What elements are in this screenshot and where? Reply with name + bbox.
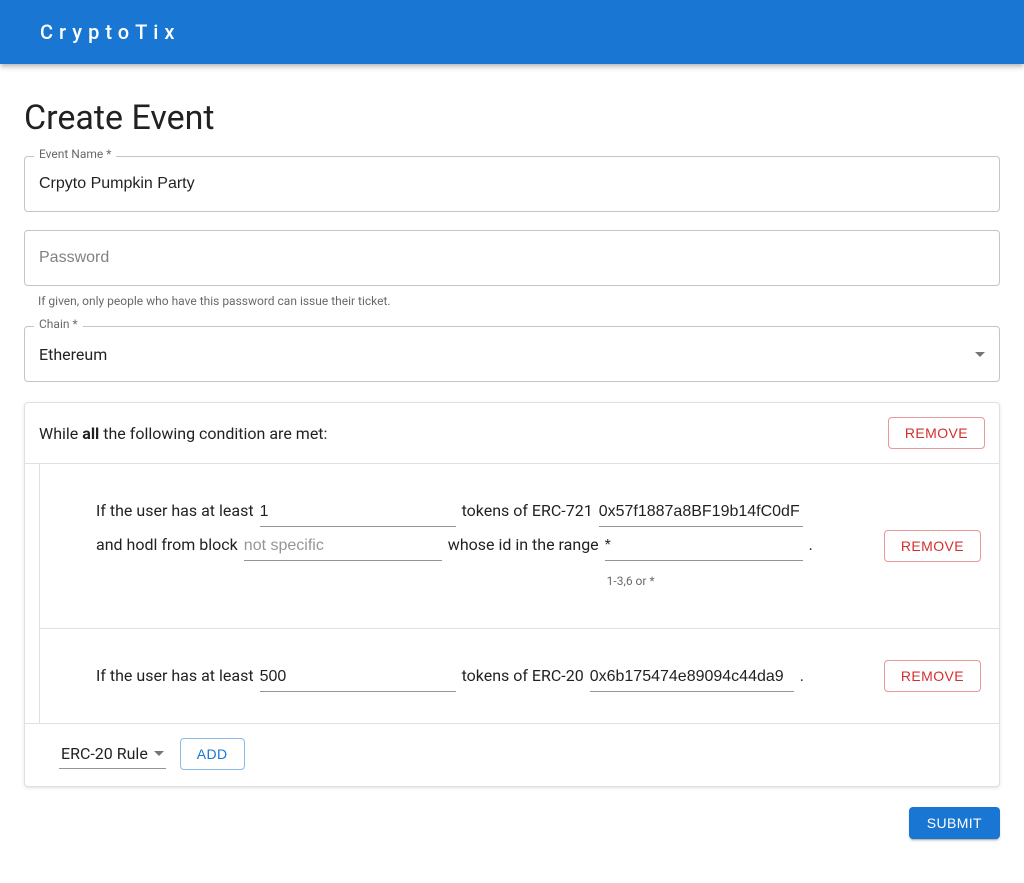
remove-rule0-button[interactable]: REMOVE	[884, 530, 981, 562]
submit-button[interactable]: SUBMIT	[909, 807, 1000, 839]
rule1-prefix: If the user has at least	[96, 659, 254, 693]
event-name-input[interactable]	[24, 156, 1000, 212]
rules-nested: If the user has at least tokens of ERC-7…	[39, 464, 999, 723]
add-rule-button[interactable]: ADD	[180, 738, 245, 770]
condition-prefix: While	[39, 424, 82, 443]
rules-header: While all the following condition are me…	[25, 403, 999, 464]
rule-erc721: If the user has at least tokens of ERC-7…	[40, 464, 999, 628]
chevron-down-icon	[154, 751, 164, 756]
rule1-address-input[interactable]	[590, 664, 794, 692]
rule0-block-input[interactable]	[244, 533, 442, 561]
page-title: Create Event	[24, 98, 1000, 138]
rule0-address-input[interactable]	[599, 499, 803, 527]
password-helper: If given, only people who have this pass…	[38, 294, 1000, 308]
condition-suffix: the following condition are met:	[99, 424, 327, 443]
app-bar: CryptoTix	[0, 0, 1024, 64]
rule0-prefix: If the user has at least	[96, 494, 254, 528]
condition-text: While all the following condition are me…	[39, 424, 327, 443]
chain-label: Chain *	[34, 317, 83, 331]
rule0-amount-input[interactable]	[260, 499, 456, 527]
rule0-period: .	[809, 528, 813, 562]
password-input[interactable]	[24, 230, 1000, 286]
chain-select-value: Ethereum	[39, 345, 107, 364]
rule-erc20: If the user has at least tokens of ERC-2…	[40, 628, 999, 723]
rule-erc20-body: If the user has at least tokens of ERC-2…	[40, 643, 884, 709]
remove-rule1-button[interactable]: REMOVE	[884, 660, 981, 692]
submit-row: SUBMIT	[24, 807, 1000, 839]
chain-select[interactable]: Ethereum	[24, 326, 1000, 382]
rules-card: While all the following condition are me…	[24, 402, 1000, 787]
brand-title: CryptoTix	[40, 20, 180, 44]
rule-type-value: ERC-20 Rule	[61, 744, 148, 763]
event-name-label: Event Name *	[34, 147, 116, 161]
rule1-amount-input[interactable]	[260, 664, 456, 692]
chain-field: Chain * Ethereum	[24, 326, 1000, 382]
rule1-period: .	[800, 659, 804, 693]
rule-type-select[interactable]: ERC-20 Rule	[59, 740, 166, 769]
event-name-field: Event Name *	[24, 156, 1000, 212]
rule0-mid: tokens of ERC-721	[462, 494, 593, 528]
condition-bold: all	[82, 424, 99, 443]
rule0-idrange-input[interactable]	[605, 533, 803, 561]
password-field	[24, 230, 1000, 286]
add-rule-row: ERC-20 Rule ADD	[25, 723, 999, 786]
rule0-line2-mid: whose id in the range	[448, 528, 599, 562]
rule0-line2-prefix: and hodl from block	[96, 528, 238, 562]
rule0-idrange-helper: 1-3,6 or *	[603, 564, 805, 598]
page-container: Create Event Event Name * If given, only…	[0, 64, 1024, 863]
rule-erc721-body: If the user has at least tokens of ERC-7…	[40, 478, 884, 614]
remove-group-button[interactable]: REMOVE	[888, 417, 985, 449]
chevron-down-icon	[975, 352, 985, 357]
rule1-mid: tokens of ERC-20	[462, 659, 584, 693]
